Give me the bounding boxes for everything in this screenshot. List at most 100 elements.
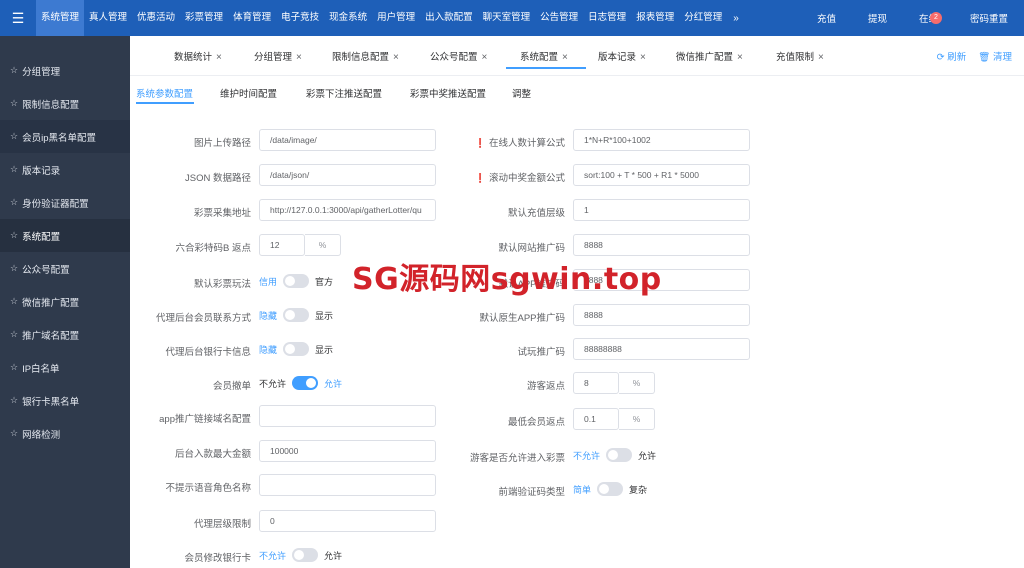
member-withdraw-switch-group: 不允许 允许 [259, 376, 342, 390]
sidebar-item-network-check[interactable]: ☆ 网络检测 [0, 417, 130, 450]
default-native-code-input[interactable]: 8888 [573, 304, 750, 326]
switch-left-label: 不允许 [259, 550, 287, 561]
switch-right-label: 复杂 [629, 484, 648, 495]
nav-item-deposit-config[interactable]: 出入款配置 [420, 0, 478, 36]
default-lottery-play-label: 默认彩票玩法 [193, 279, 251, 290]
default-lottery-play-switch[interactable] [283, 274, 310, 288]
clear-label: 清理 [992, 52, 1012, 63]
member-edit-bank-switch[interactable] [292, 548, 319, 562]
subtab-adjust[interactable]: 调整 [512, 86, 531, 100]
agent-level-limit-input[interactable]: 0 [259, 510, 436, 532]
agent-bank-switch[interactable] [283, 342, 310, 356]
captcha-type-switch[interactable] [597, 482, 624, 496]
tab-official-account[interactable]: 公众号配置 × [430, 49, 487, 63]
subtab-system-params[interactable]: 系统参数配置 [136, 86, 193, 100]
max-deposit-input[interactable]: 100000 [259, 440, 436, 462]
sidebar-item-ip-whitelist[interactable]: ☆ IP白名单 [0, 351, 130, 384]
nav-item-users[interactable]: 用户管理 [372, 0, 420, 36]
sidebar-item-system-config[interactable]: ☆ 系统配置 [0, 219, 130, 252]
default-level-input[interactable]: 1 [573, 199, 750, 221]
close-icon[interactable]: × [818, 52, 824, 63]
nav-item-system[interactable]: 系统管理 [36, 0, 85, 36]
default-level-label: 默认充值层级 [507, 208, 565, 219]
star-icon: ☆ [10, 98, 19, 108]
nav-item-cash[interactable]: 现金系统 [324, 0, 372, 36]
online-formula-input[interactable]: 1*N+R*100+1002 [573, 129, 750, 151]
no-voice-role-input[interactable] [259, 474, 436, 496]
sidebar-item-label: 网络检测 [22, 429, 61, 441]
member-withdraw-switch[interactable] [292, 376, 319, 390]
min-member-rebate-input[interactable]: 0.1 [573, 408, 619, 430]
default-site-code-input[interactable]: 8888 [573, 234, 750, 256]
recharge-button[interactable]: 充值 [801, 11, 852, 25]
sidebar-item-versions[interactable]: ☆ 版本记录 [0, 153, 130, 186]
tab-limit-config[interactable]: 限制信息配置 × [332, 49, 399, 63]
trial-code-input[interactable]: 88888888 [573, 338, 750, 360]
sidebar-item-authenticator[interactable]: ☆ 身份验证器配置 [0, 186, 130, 219]
guest-lottery-label: 游客是否允许进入彩票 [469, 453, 565, 464]
tab-groups[interactable]: 分组管理 × [254, 49, 302, 63]
sidebar-item-official-account[interactable]: ☆ 公众号配置 [0, 252, 130, 285]
nav-item-announcements[interactable]: 公告管理 [535, 0, 583, 36]
json-path-input[interactable]: /data/json/ [259, 164, 436, 186]
sidebar-item-label: 推广域名配置 [22, 330, 80, 342]
sidebar-item-wechat-promo[interactable]: ☆ 微信推广配置 [0, 285, 130, 318]
guest-rebate-input[interactable]: 8 [573, 372, 619, 394]
tab-versions[interactable]: 版本记录 × [598, 49, 646, 63]
star-icon: ☆ [10, 263, 19, 273]
online-button[interactable]: 在线 2 [903, 11, 954, 25]
tab-recharge-limit[interactable]: 充值限制 × [776, 49, 824, 63]
switch-left-label: 不允许 [259, 378, 287, 389]
switch-right-label: 显示 [315, 310, 334, 321]
app-domain-input[interactable] [259, 405, 436, 427]
online-formula-label-text: 在线人数计算公式 [488, 138, 565, 149]
nav-item-dividends[interactable]: 分红管理 [679, 0, 727, 36]
close-icon[interactable]: × [296, 52, 302, 63]
nav-item-lottery[interactable]: 彩票管理 [180, 0, 228, 36]
nav-item-sports[interactable]: 体育管理 [228, 0, 276, 36]
nav-item-logs[interactable]: 日志管理 [583, 0, 631, 36]
lottery-url-label: 彩票采集地址 [193, 208, 251, 219]
close-icon[interactable]: × [216, 52, 222, 63]
guest-lottery-switch[interactable] [606, 448, 633, 462]
close-icon[interactable]: × [562, 52, 568, 63]
nav-item-promotions[interactable]: 优惠活动 [132, 0, 180, 36]
sidebar-item-bank-blacklist[interactable]: ☆ 银行卡黑名单 [0, 384, 130, 417]
subtab-maintenance[interactable]: 维护时间配置 [220, 86, 277, 100]
tab-statistics[interactable]: 数据统计 × [174, 49, 222, 63]
sidebar-item-limit-config[interactable]: ☆ 限制信息配置 [0, 87, 130, 120]
refresh-button[interactable]: ⟳ 刷新 [937, 49, 967, 63]
subtab-bet-push[interactable]: 彩票下注推送配置 [306, 86, 382, 100]
agent-bank-switch-group: 隐藏 显示 [259, 342, 333, 356]
lottery-url-input[interactable]: http://127.0.0.1:3000/api/gatherLotter/q… [259, 199, 436, 221]
nav-item-chatroom[interactable]: 聊天室管理 [478, 0, 536, 36]
nav-item-live[interactable]: 真人管理 [84, 0, 132, 36]
lhc-rebate-input[interactable]: 12 [259, 234, 305, 256]
tab-wechat-promo[interactable]: 微信推广配置 × [676, 49, 743, 63]
star-icon: ☆ [10, 197, 19, 207]
close-icon[interactable]: × [482, 52, 488, 63]
nav-item-esports[interactable]: 电子竞技 [276, 0, 324, 36]
close-icon[interactable]: × [737, 52, 743, 63]
nav-more-icon[interactable]: » [727, 13, 745, 24]
tab-system-config[interactable]: 系统配置 × [520, 49, 568, 63]
scroll-formula-label: ❗ 滚动中奖金额公式 [475, 170, 565, 184]
close-icon[interactable]: × [640, 52, 646, 63]
subtab-win-push[interactable]: 彩票中奖推送配置 [410, 86, 486, 100]
menu-toggle-icon[interactable]: ☰ [0, 0, 36, 36]
sidebar-item-groups[interactable]: ☆ 分组管理 [0, 54, 130, 87]
clear-button[interactable]: 🗑 清理 [978, 49, 1012, 63]
no-voice-role-label: 不提示语音角色名称 [165, 483, 251, 494]
withdraw-button[interactable]: 提现 [852, 11, 903, 25]
image-path-input[interactable]: /data/image/ [259, 129, 436, 151]
tab-label: 版本记录 [598, 52, 637, 63]
sidebar-item-ip-blacklist[interactable]: ☆ 会员ip黑名单配置 [0, 120, 130, 153]
sidebar-item-promo-domain[interactable]: ☆ 推广域名配置 [0, 318, 130, 351]
agent-contact-switch[interactable] [283, 308, 310, 322]
sidebar-item-label: 身份验证器配置 [22, 198, 89, 210]
scroll-formula-input[interactable]: sort:100 + T * 500 + R1 * 5000 [573, 164, 750, 186]
refresh-icon: ⟳ [936, 52, 948, 63]
password-reset-button[interactable]: 密码重置 [954, 11, 1024, 25]
close-icon[interactable]: × [393, 52, 399, 63]
nav-item-reports[interactable]: 报表管理 [631, 0, 679, 36]
